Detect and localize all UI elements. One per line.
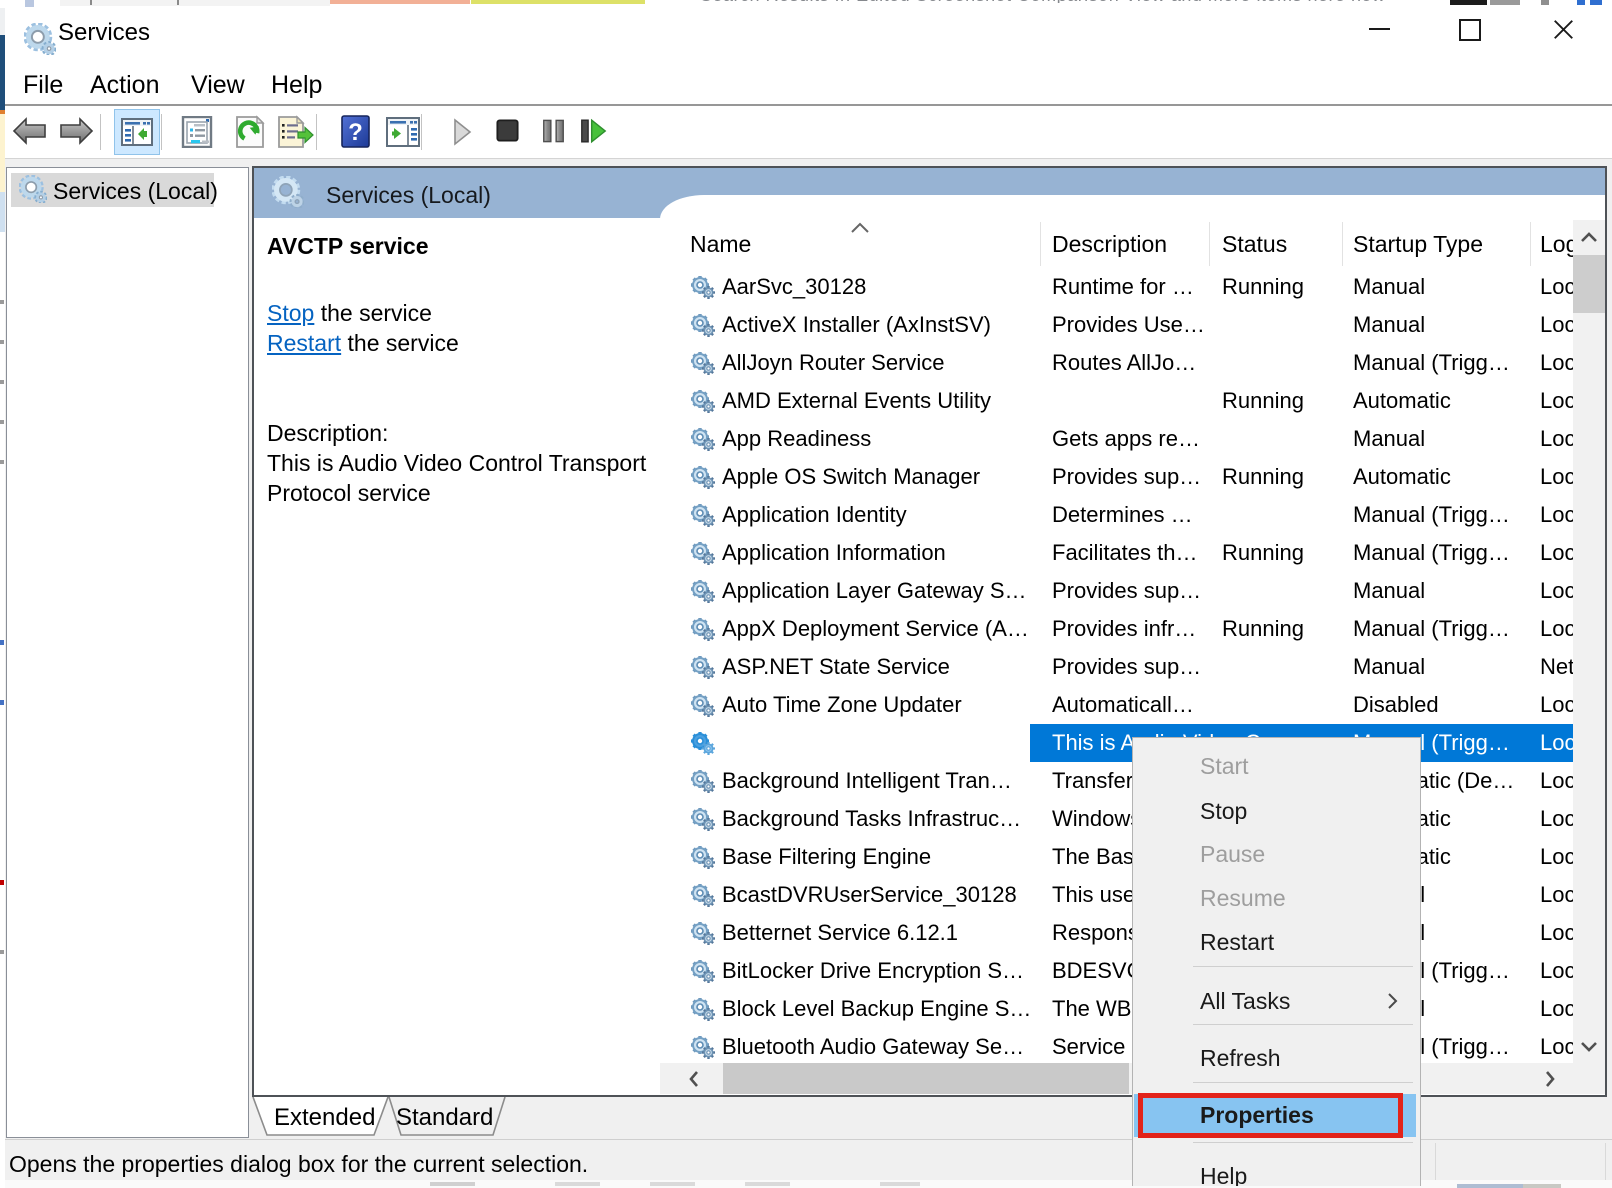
svg-text:?: ? [348,119,363,146]
